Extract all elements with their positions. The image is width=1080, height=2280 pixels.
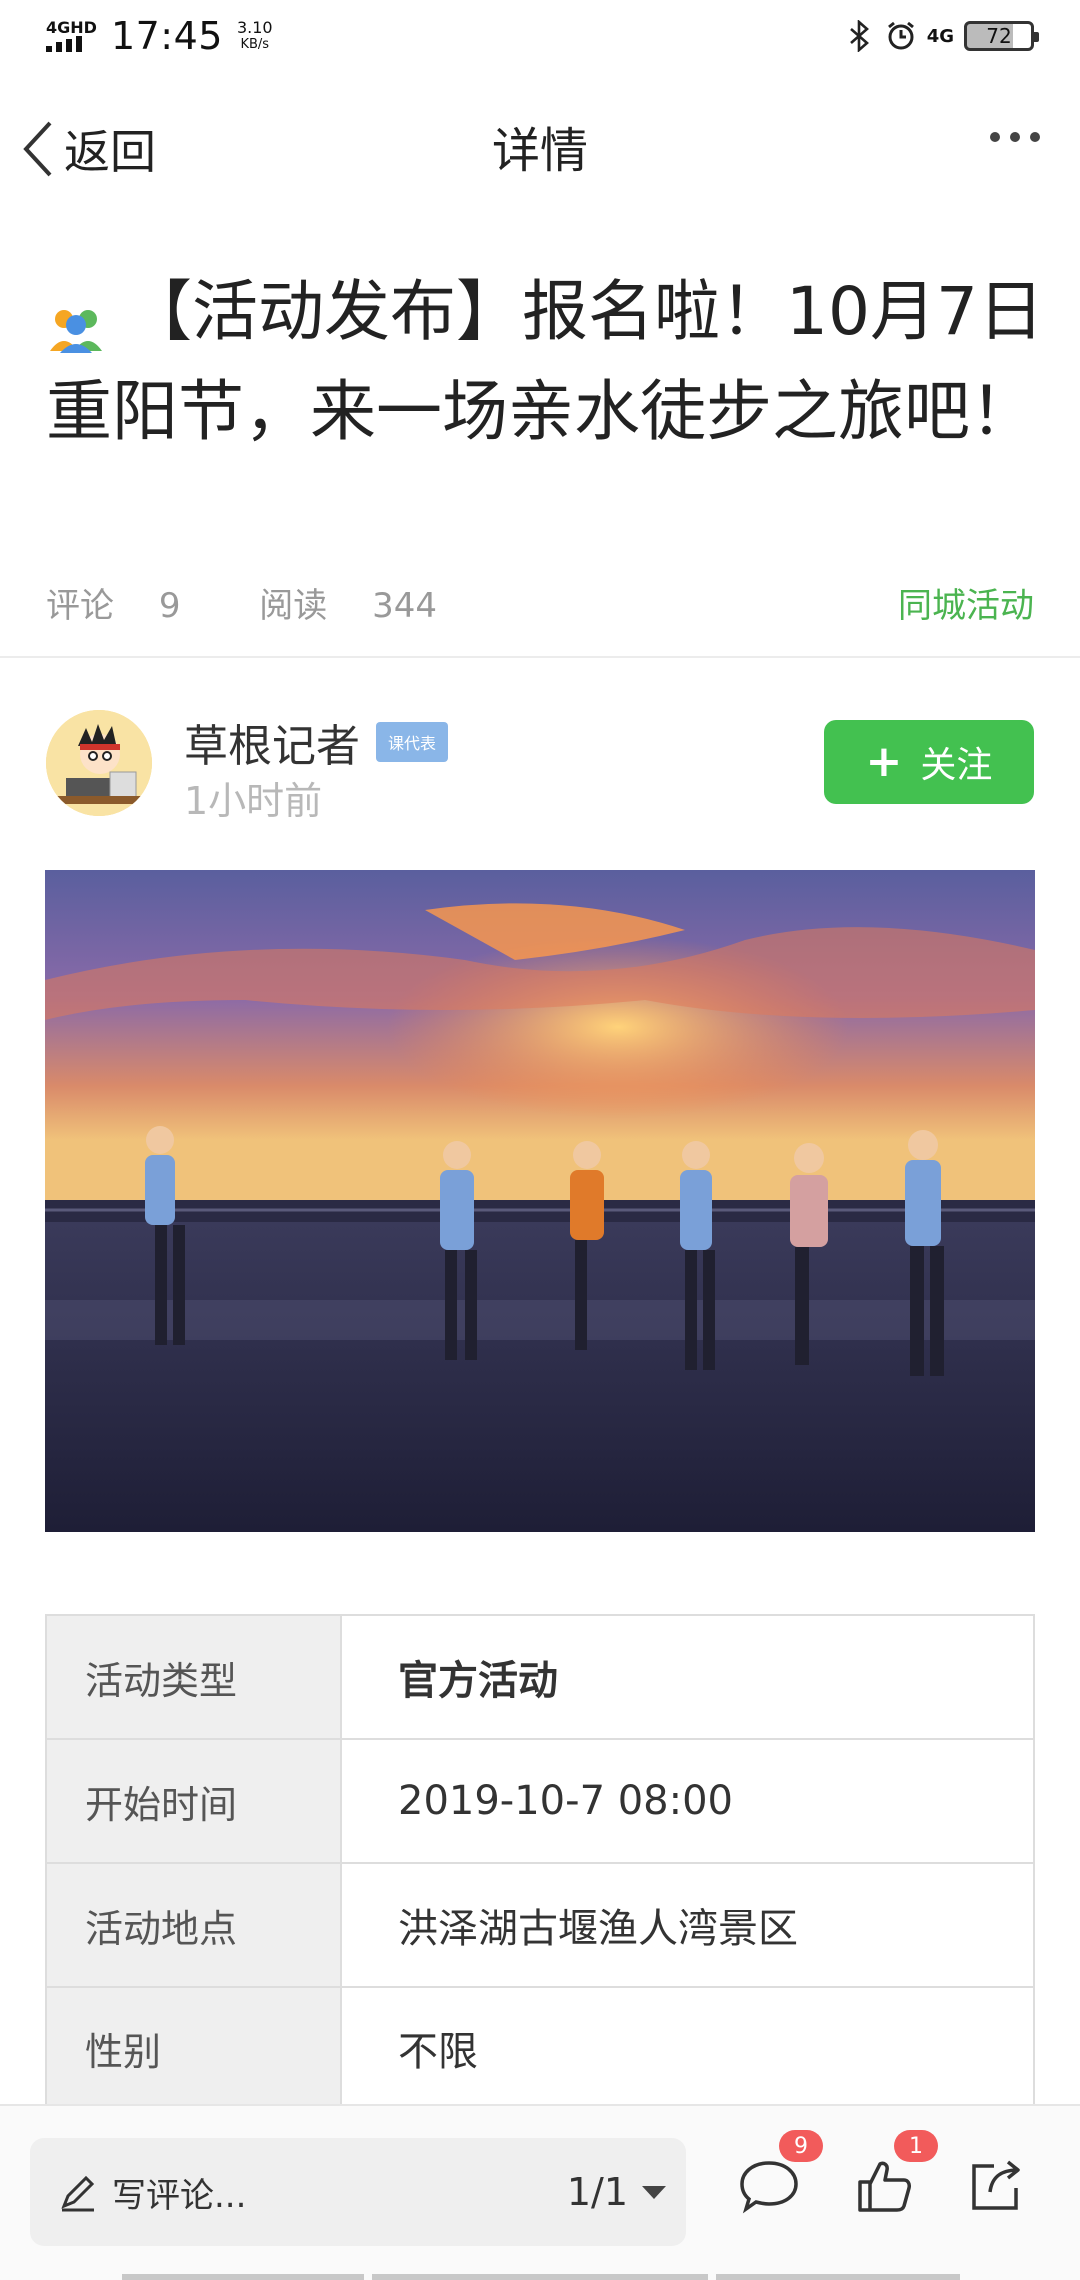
author-name-row: 草根记者 课代表 [184, 710, 449, 774]
row-label: 活动地点 [47, 1864, 342, 1986]
nav-gesture-bar [716, 2274, 960, 2280]
page-selector[interactable]: 1/1 [567, 2170, 666, 2214]
mobile-data-indicator: 4G [926, 25, 954, 47]
status-bar: 4GHD 17:45 3.10 KB/s 4G 72 [0, 0, 1080, 72]
article-title: 【活动发布】报名啦！10月7日重阳节，来一场亲水徒步之旅吧！ [46, 273, 1044, 450]
page-title: 详情 [491, 123, 588, 179]
author-row: 草根记者 课代表 1小时前 + 关注 [46, 710, 1034, 825]
table-row: 活动类型 官方活动 [47, 1616, 1033, 1740]
comment-count-badge: 9 [779, 2130, 823, 2162]
status-right: 4G 72 [843, 20, 1039, 52]
network-speed: 3.10 KB/s [237, 19, 273, 53]
plus-icon: + [865, 736, 903, 787]
clock: 17:45 [110, 14, 223, 58]
follow-label: 关注 [920, 745, 993, 786]
avatar[interactable] [46, 710, 152, 816]
author-name[interactable]: 草根记者 [184, 710, 360, 774]
read-stat: 阅读 344 [259, 586, 471, 626]
bottom-action-bar: 写评论... 1/1 9 1 [0, 2104, 1080, 2280]
row-label: 开始时间 [47, 1740, 342, 1862]
bluetooth-icon [843, 20, 875, 52]
event-photo[interactable] [45, 870, 1035, 1532]
battery-icon: 72 [964, 21, 1039, 51]
comments-button[interactable]: 9 [733, 2130, 823, 2222]
category-link[interactable]: 同城活动 [898, 578, 1034, 627]
status-left: 4GHD 17:45 3.10 KB/s [46, 14, 273, 58]
share-icon [972, 2160, 1020, 2210]
network-type: 4GHD [46, 18, 97, 37]
comment-icon [740, 2161, 798, 2214]
page-number: 1/1 [566, 2170, 628, 2214]
comment-input[interactable]: 写评论... 1/1 [30, 2138, 686, 2246]
nav-bar: 返回 详情 [0, 72, 1080, 220]
comments-count: 9 [158, 586, 181, 626]
comment-stat: 评论 9 [46, 586, 214, 626]
post-time: 1小时前 [184, 779, 323, 823]
pencil-icon [61, 2175, 95, 2212]
speed-value: 3.10 [236, 18, 273, 37]
row-value: 洪泽湖古堰渔人湾景区 [398, 1906, 798, 1952]
table-row: 活动地点 洪泽湖古堰渔人湾景区 [47, 1864, 1033, 1988]
table-row: 开始时间 2019-10-7 08:00 [47, 1740, 1033, 1864]
chevron-left-icon [23, 121, 52, 177]
share-button[interactable] [960, 2150, 1032, 2222]
reads-count: 344 [372, 586, 437, 626]
group-icon [46, 283, 106, 353]
article-meta: 评论 9 阅读 344 同城活动 [46, 578, 1034, 627]
nav-gesture-bar [122, 2274, 364, 2280]
row-value: 不限 [398, 2029, 478, 2075]
article-stats: 评论 9 阅读 344 [46, 578, 505, 627]
more-icon[interactable] [990, 132, 1040, 142]
activity-info-table: 活动类型 官方活动 开始时间 2019-10-7 08:00 活动地点 洪泽湖古… [45, 1614, 1035, 2108]
row-label: 活动类型 [47, 1616, 342, 1738]
back-button[interactable]: 返回 [20, 116, 156, 182]
back-label: 返回 [64, 125, 156, 179]
battery-level: 72 [986, 24, 1012, 48]
comment-placeholder: 写评论... [112, 2175, 247, 2216]
thumbs-up-icon [858, 2161, 911, 2212]
nav-gesture-bar [372, 2274, 708, 2280]
article-title-block: 【活动发布】报名啦！10月7日重阳节，来一场亲水徒步之旅吧！ [46, 262, 1046, 462]
row-value: 2019-10-7 08:00 [398, 1778, 733, 1824]
author-badge: 课代表 [376, 722, 449, 762]
signal-icon: 4GHD [46, 20, 97, 52]
comments-label: 评论 [46, 586, 114, 626]
like-count-badge: 1 [894, 2130, 938, 2162]
row-value: 官方活动 [398, 1658, 558, 1704]
reads-label: 阅读 [259, 586, 328, 626]
like-button[interactable]: 1 [848, 2130, 938, 2222]
row-label: 性别 [47, 1988, 342, 2108]
section-divider [0, 656, 1080, 658]
chevron-down-icon [642, 2185, 666, 2199]
alarm-icon [885, 20, 917, 52]
table-row: 性别 不限 [47, 1988, 1033, 2108]
speed-unit: KB/s [240, 37, 270, 52]
follow-button[interactable]: + 关注 [824, 720, 1034, 804]
